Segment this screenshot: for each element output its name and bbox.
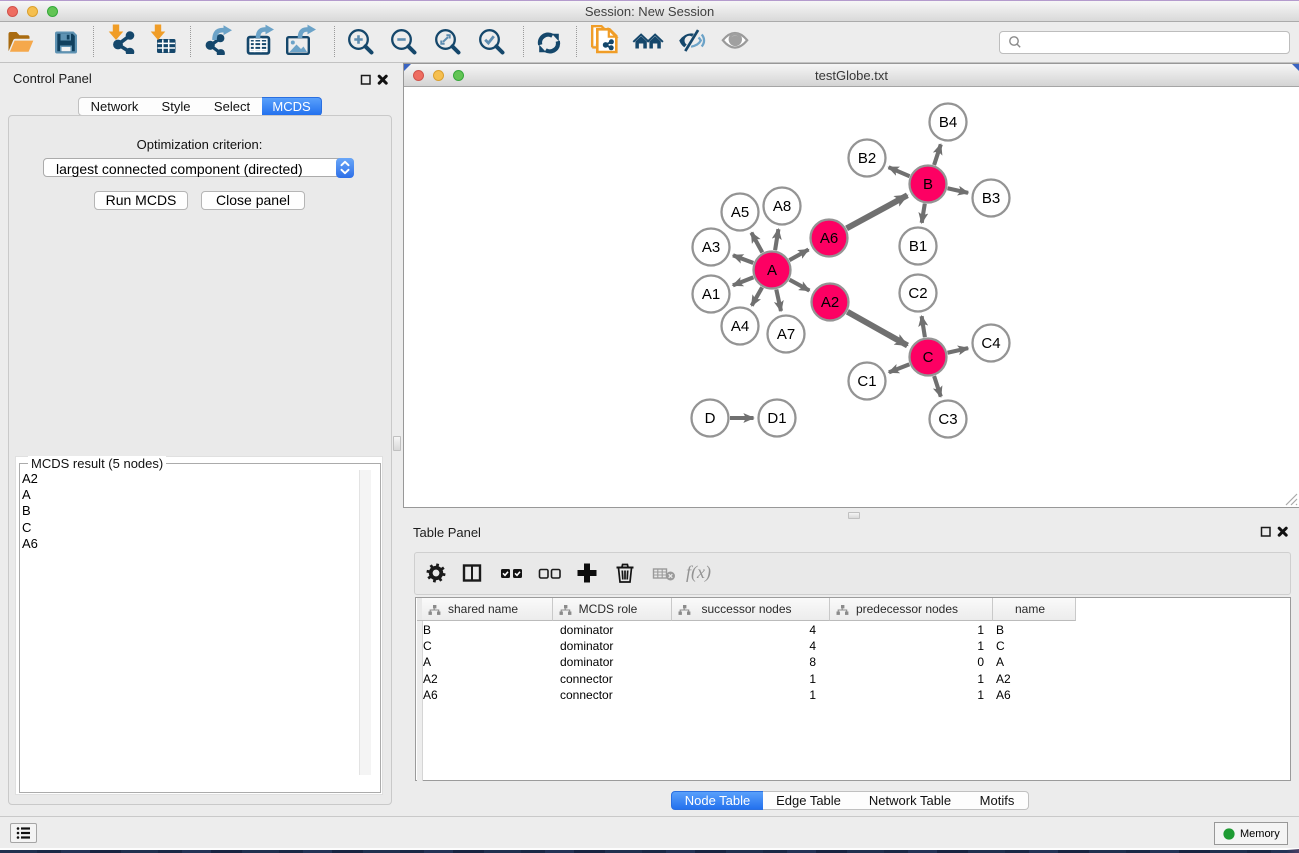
svg-text:D: D	[705, 410, 716, 427]
svg-text:A6: A6	[820, 230, 838, 247]
svg-text:B3: B3	[982, 190, 1000, 207]
svg-text:B2: B2	[858, 150, 876, 167]
svg-text:D1: D1	[767, 410, 786, 427]
svg-text:C: C	[923, 349, 934, 366]
svg-text:C3: C3	[938, 411, 957, 428]
svg-text:A4: A4	[731, 318, 749, 335]
svg-text:B1: B1	[909, 238, 927, 255]
svg-text:B4: B4	[939, 114, 957, 131]
svg-text:A3: A3	[702, 239, 720, 256]
svg-text:C2: C2	[908, 285, 927, 302]
svg-text:C4: C4	[981, 335, 1000, 352]
svg-text:A5: A5	[731, 204, 749, 221]
svg-text:A8: A8	[773, 198, 791, 215]
svg-text:A: A	[767, 262, 777, 279]
svg-text:C1: C1	[857, 373, 876, 390]
svg-text:A1: A1	[702, 286, 720, 303]
svg-text:A2: A2	[821, 294, 839, 311]
svg-text:B: B	[923, 176, 933, 193]
svg-text:A7: A7	[777, 326, 795, 343]
